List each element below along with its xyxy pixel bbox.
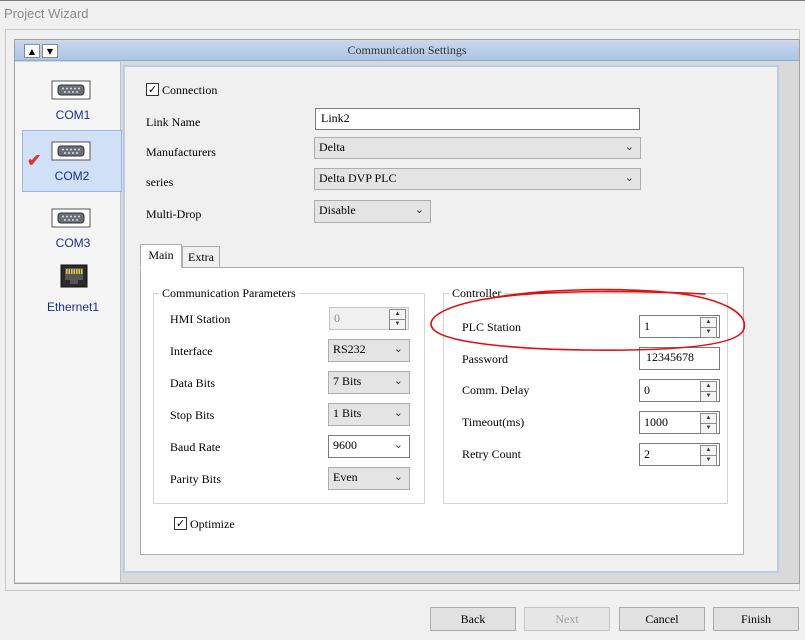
multidrop-label: Multi-Drop [146, 207, 202, 221]
back-button[interactable]: Back [430, 607, 516, 631]
project-wizard-window: Project Wizard ▲ ▼ Communication Setting… [0, 0, 805, 640]
stop-bits-label: Stop Bits [170, 408, 215, 422]
serial-port-icon [51, 141, 91, 161]
checkmark-icon: ✔ [27, 151, 42, 171]
serial-port-icon [51, 208, 91, 228]
checkbox-check-icon: ✓ [147, 83, 158, 96]
sidebar-item-label: COM1 [55, 108, 91, 122]
chevron-down-icon: ⌄ [624, 172, 634, 184]
chevron-down-icon: ⌄ [393, 343, 403, 355]
spin-down-icon[interactable]: ▼ [700, 423, 717, 434]
comm-delay-label: Comm. Delay [462, 383, 530, 397]
chevron-down-icon: ⌄ [414, 204, 424, 216]
series-value: Delta DVP PLC [319, 171, 397, 185]
serial-port-icon [51, 80, 91, 100]
baud-rate-value: 9600 [333, 438, 357, 452]
sidebar-item-label: Ethernet1 [46, 300, 100, 314]
sidebar-item-ethernet1[interactable]: Ethernet1 [23, 260, 123, 320]
timeout-spinner[interactable]: 1000 ▲ ▼ [639, 411, 720, 434]
timeout-label: Timeout(ms) [462, 415, 525, 429]
sidebar-item-com1[interactable]: COM1 [23, 68, 123, 128]
parity-bits-select[interactable]: Even ⌄ [328, 467, 410, 490]
comm-delay-spinner[interactable]: 0 ▲ ▼ [639, 379, 720, 402]
link-name-input[interactable]: Link2 [315, 108, 640, 130]
baud-rate-label: Baud Rate [170, 440, 221, 454]
optimize-checkbox[interactable]: ✓ [174, 517, 187, 530]
manufacturers-select[interactable]: Delta ⌄ [314, 137, 641, 159]
sidebar-item-com2[interactable]: ✔ COM2 [22, 130, 122, 192]
stop-bits-select[interactable]: 1 Bits ⌄ [328, 403, 410, 426]
interface-value: RS232 [333, 342, 366, 356]
retry-count-value: 2 [644, 447, 650, 461]
series-label: series [146, 175, 174, 189]
spin-down-icon: ▼ [389, 319, 406, 330]
next-button[interactable]: Next [524, 607, 610, 631]
multidrop-value: Disable [319, 203, 356, 217]
spin-down-icon[interactable]: ▼ [700, 455, 717, 466]
finish-button[interactable]: Finish [713, 607, 799, 631]
interface-select[interactable]: RS232 ⌄ [328, 339, 410, 362]
data-bits-select[interactable]: 7 Bits ⌄ [328, 371, 410, 394]
sidebar-item-com3[interactable]: COM3 [23, 196, 123, 256]
tab-main[interactable]: Main [140, 244, 182, 268]
link-name-label: Link Name [146, 115, 201, 129]
cancel-button[interactable]: Cancel [619, 607, 705, 631]
parity-bits-value: Even [333, 470, 358, 484]
checkbox-check-icon: ✓ [175, 517, 186, 530]
spin-down-icon[interactable]: ▼ [700, 391, 717, 402]
chevron-down-icon: ⌄ [393, 407, 403, 419]
header-title: Communication Settings [347, 43, 467, 57]
comm-delay-value: 0 [644, 383, 650, 397]
manufacturers-label: Manufacturers [146, 145, 216, 159]
parity-bits-label: Parity Bits [170, 472, 222, 486]
chevron-down-icon: ⌄ [624, 141, 634, 153]
series-select[interactable]: Delta DVP PLC ⌄ [314, 168, 641, 190]
data-bits-value: 7 Bits [333, 374, 362, 388]
sidebar: COM1 ✔ COM2 COM3 Ethernet1 [15, 62, 123, 582]
sidebar-item-label: COM2 [54, 169, 90, 183]
chevron-down-icon: ⌄ [393, 375, 403, 387]
connection-checkbox[interactable]: ✓ [146, 83, 159, 96]
window-title: Project Wizard [4, 6, 89, 21]
hmi-station-spinner: 0 ▲ ▼ [329, 307, 409, 330]
ethernet-port-icon [60, 264, 88, 288]
data-bits-label: Data Bits [170, 376, 215, 390]
timeout-value: 1000 [644, 415, 668, 429]
red-annotation-ellipse [430, 288, 746, 351]
retry-count-label: Retry Count [462, 447, 521, 461]
connection-label: Connection [162, 83, 218, 97]
tab-extra[interactable]: Extra [182, 246, 220, 268]
multidrop-select[interactable]: Disable ⌄ [314, 200, 431, 223]
manufacturers-value: Delta [319, 140, 345, 154]
optimize-label: Optimize [190, 517, 235, 531]
chevron-down-icon: ⌄ [393, 471, 403, 483]
sidebar-item-label: COM3 [55, 236, 91, 250]
hmi-station-value: 0 [334, 311, 340, 325]
stop-bits-value: 1 Bits [333, 406, 362, 420]
baud-rate-select[interactable]: 9600 ⌄ [328, 435, 410, 458]
header-bar: ▲ ▼ Communication Settings [15, 41, 799, 61]
retry-count-spinner[interactable]: 2 ▲ ▼ [639, 443, 720, 466]
hmi-station-label: HMI Station [170, 312, 231, 326]
chevron-down-icon: ⌄ [393, 439, 403, 451]
interface-label: Interface [170, 344, 213, 358]
communication-parameters-title: Communication Parameters [159, 286, 299, 301]
